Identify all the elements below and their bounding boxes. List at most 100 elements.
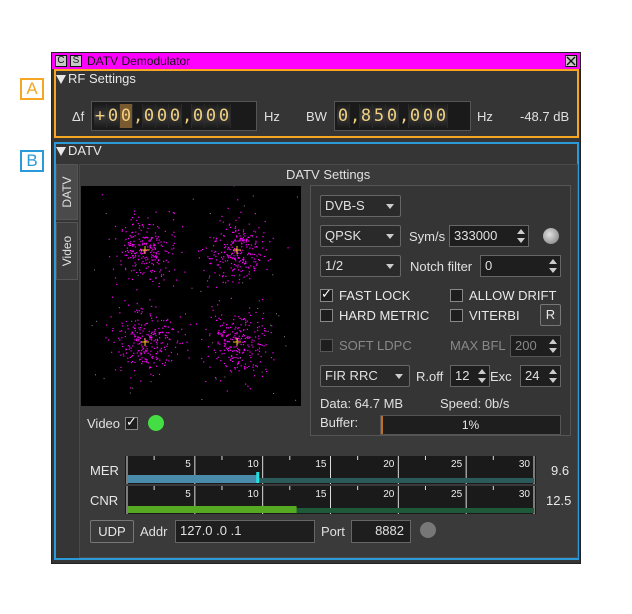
spin-down-icon (478, 378, 486, 383)
delta-f-dial[interactable]: +0 0, 0 0 0, 0 0 0 (91, 101, 257, 131)
window-title: DATV Demodulator (87, 54, 191, 68)
video-checkbox[interactable] (125, 415, 138, 430)
hard-metric-checkbox[interactable] (320, 309, 333, 322)
digit[interactable]: 0 (107, 104, 120, 128)
chevron-down-icon (395, 374, 403, 379)
gauge-tick-label: 20 (383, 459, 395, 470)
chevron-down-icon (386, 234, 394, 239)
title-bar: C S DATV Demodulator (52, 53, 580, 69)
collapse-triangle-icon (56, 147, 66, 156)
gauge-tick-label: 5 (185, 489, 191, 500)
datv-header[interactable]: DATV (56, 143, 102, 159)
fec-select[interactable]: 1/2 (320, 255, 401, 277)
constellation-scope (81, 185, 301, 406)
datv-settings-title: DATV Settings (286, 167, 371, 182)
gauge-tick-label: 5 (185, 459, 191, 470)
tab-video[interactable]: Video (56, 222, 78, 280)
bw-unit: Hz (477, 109, 493, 124)
gauge-tick-label: 30 (519, 489, 531, 500)
viterbi-label: VITERBI (469, 308, 520, 323)
digit[interactable]: 0 (422, 104, 435, 128)
spin-down-icon (517, 238, 525, 243)
fast-lock-checkbox[interactable] (320, 287, 333, 302)
c-button[interactable]: C (55, 55, 67, 67)
gauge-bar (127, 506, 297, 513)
port-label: Port (321, 524, 345, 539)
mer-gauge: 5 10 15 20 25 30 (125, 456, 536, 484)
rolloff-spinbox[interactable]: 12 (450, 365, 490, 387)
spin-up-icon (478, 369, 486, 374)
digit[interactable]: 8 (360, 104, 373, 128)
digit[interactable]: 0 (386, 104, 399, 128)
udp-button[interactable]: UDP (90, 520, 134, 543)
hard-metric-label: HARD METRIC (339, 308, 430, 323)
bw-dial[interactable]: 0,850,000 (334, 101, 471, 131)
spin-up-icon (517, 229, 525, 234)
symrate-label: Sym/s (409, 229, 446, 244)
s-button[interactable]: S (70, 55, 82, 67)
reset-button[interactable]: R (540, 304, 561, 326)
max-bfl-spinbox[interactable]: 200 (510, 335, 561, 357)
bw-label: BW (306, 109, 327, 124)
digit[interactable]: 0 (143, 104, 156, 128)
modulation-select[interactable]: QPSK (320, 225, 401, 247)
symrate-dial[interactable] (543, 228, 559, 244)
spin-up-icon (549, 369, 557, 374)
tab-datv[interactable]: DATV (56, 164, 78, 220)
constellation-point-marker (233, 338, 241, 346)
soft-ldpc-label: SOFT LDPC (339, 338, 412, 353)
digit[interactable]: 5 (373, 104, 386, 128)
digit[interactable]: 0 (169, 104, 182, 128)
gauge-bar (127, 475, 258, 483)
spin-up-icon (549, 339, 557, 344)
spin-up-icon (549, 259, 557, 264)
notch-filter-spinbox[interactable]: 0 (480, 255, 561, 277)
digit[interactable]: 0 (192, 104, 205, 128)
collapse-triangle-icon (56, 75, 66, 84)
allow-drift-checkbox[interactable] (450, 289, 463, 302)
udp-port-input[interactable]: 8882 (351, 520, 411, 543)
viterbi-checkbox[interactable] (450, 309, 463, 322)
digit-separator: , (350, 104, 361, 128)
digit[interactable]: 0 (435, 104, 448, 128)
digit[interactable]: 0 (337, 104, 350, 128)
video-label: Video (87, 416, 121, 431)
filter-select[interactable]: FIR RRC (320, 365, 410, 387)
excursion-spinbox[interactable]: 24 (520, 365, 561, 387)
digit[interactable]: 0 (218, 104, 231, 128)
cnr-label: CNR (90, 493, 119, 508)
chevron-down-icon (386, 264, 394, 269)
digit[interactable]: 0 (205, 104, 218, 128)
digit[interactable]: 0 (156, 104, 169, 128)
gauge-tick-label: 25 (451, 489, 463, 500)
soft-ldpc-checkbox[interactable] (320, 339, 333, 352)
annotation-a: A (20, 78, 44, 100)
max-bfl-label: MAX BFL (450, 338, 506, 353)
udp-status-led (420, 522, 436, 538)
cnr-gauge: 5 10 15 20 25 30 (125, 486, 536, 514)
gauge-tick-label: 20 (383, 489, 395, 500)
gauge-tick-label: 15 (315, 459, 327, 470)
udp-address-input[interactable]: 127.0 .0 .1 (175, 520, 315, 543)
buffer-label: Buffer: (320, 415, 359, 430)
speed-text: Speed: 0b/s (440, 396, 510, 411)
digit[interactable]: 0 (120, 104, 133, 128)
chevron-down-icon (386, 204, 394, 209)
spin-down-icon (549, 348, 557, 353)
gauge-tick-label: 10 (248, 459, 260, 470)
close-button[interactable] (565, 55, 577, 67)
digit[interactable]: + (94, 104, 107, 128)
delta-f-label: Δf (72, 109, 85, 124)
fast-lock-label: FAST LOCK (339, 288, 411, 303)
delta-f-unit: Hz (264, 109, 280, 124)
digit-separator: , (133, 104, 144, 128)
symrate-spinbox[interactable]: 333000 (449, 225, 529, 247)
digit-separator: , (182, 104, 193, 128)
buffer-percent: 1% (461, 418, 480, 432)
rf-settings-header[interactable]: RF Settings (56, 71, 136, 87)
spin-down-icon (549, 268, 557, 273)
gauge-tick-label: 30 (519, 459, 531, 470)
standard-select[interactable]: DVB-S (320, 195, 401, 217)
digit[interactable]: 0 (409, 104, 422, 128)
mer-label: MER (90, 463, 119, 478)
